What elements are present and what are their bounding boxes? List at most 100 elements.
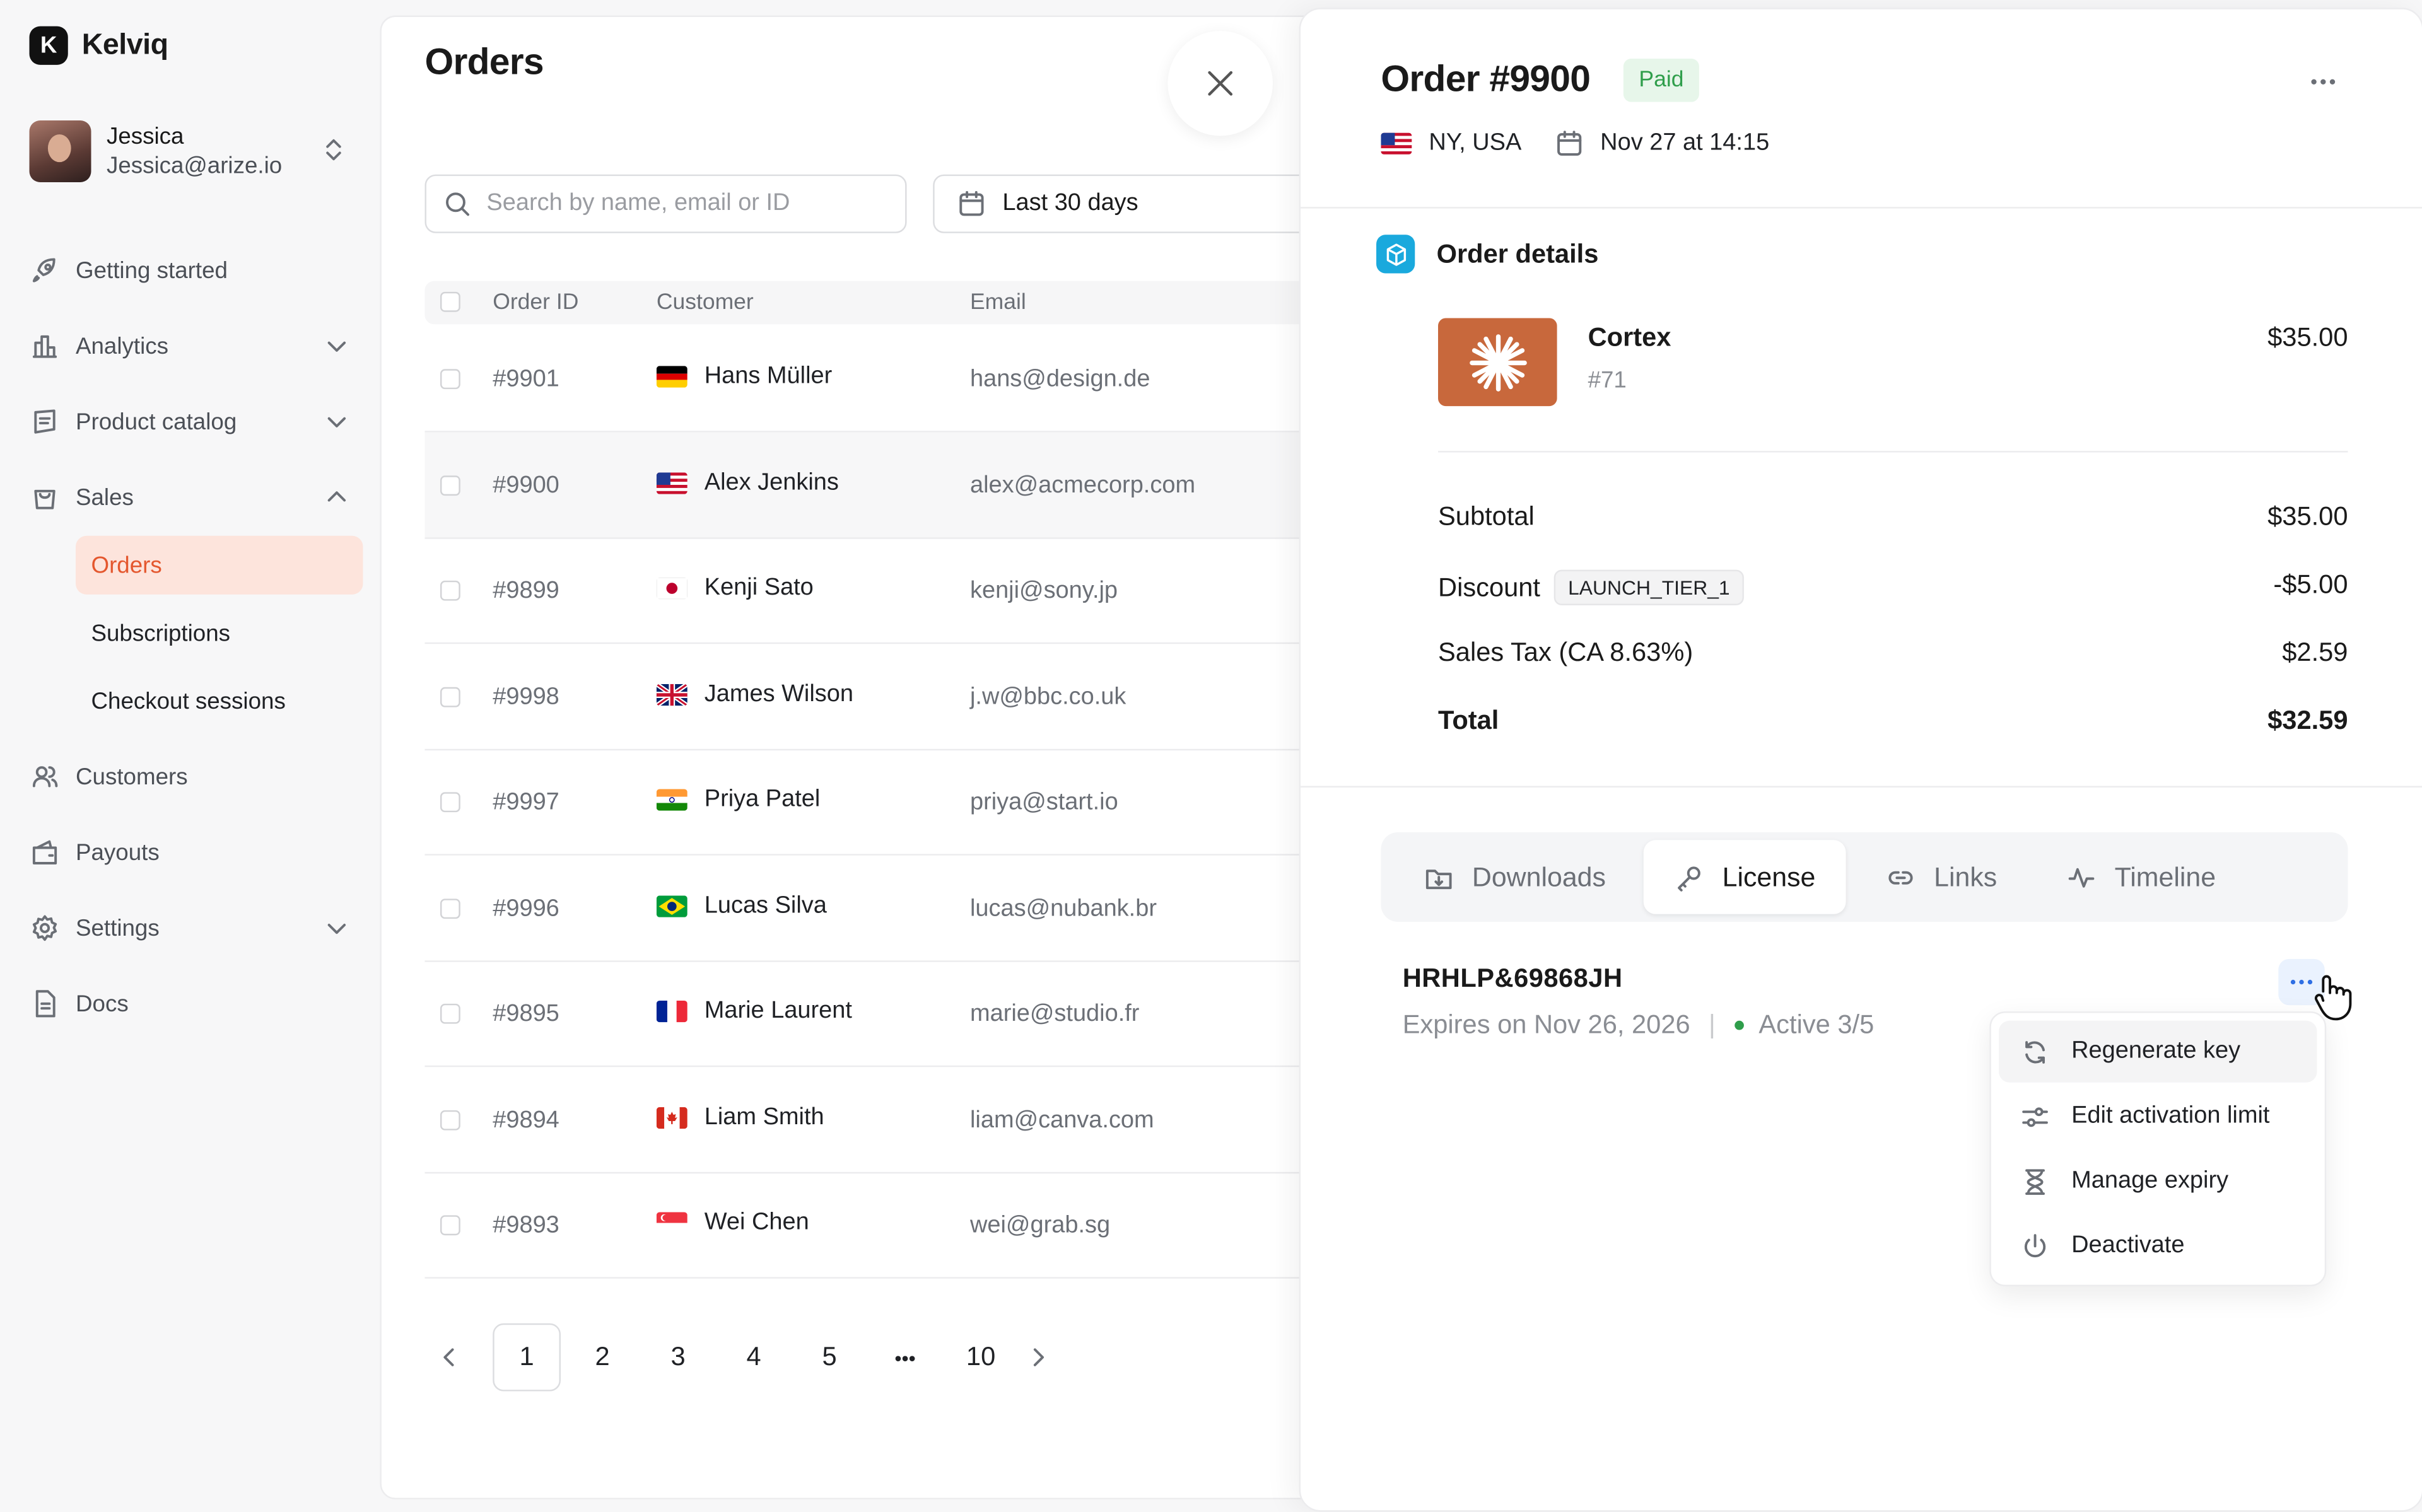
row-checkbox[interactable] xyxy=(440,1215,460,1236)
table-row[interactable]: #9996 Lucas Silva lucas@nubank.br xyxy=(424,855,1340,962)
page-10-button[interactable]: 10 xyxy=(947,1323,1015,1392)
nav-checkout-sessions[interactable]: Checkout sessions xyxy=(76,672,363,730)
table-row[interactable]: #9894 Liam Smith liam@canva.com xyxy=(424,1066,1340,1173)
page-3-button[interactable]: 3 xyxy=(644,1323,712,1392)
us-flag-icon xyxy=(656,472,687,494)
customer-cell: Alex Jenkins xyxy=(656,468,839,496)
order-detail-drawer: Order #9900 Paid NY, USA Nov 27 at 14:15… xyxy=(1299,8,2422,1512)
us-flag-icon xyxy=(1381,132,1412,154)
row-checkbox[interactable] xyxy=(440,792,460,813)
table-row[interactable]: #9895 Marie Laurent marie@studio.fr xyxy=(424,960,1340,1067)
menu-manage-expiry[interactable]: Manage expiry xyxy=(1999,1151,2317,1213)
brand[interactable]: K Kelviq xyxy=(29,26,168,65)
tab-license[interactable]: License xyxy=(1643,840,1847,914)
chevron-right-icon[interactable] xyxy=(1029,1347,1047,1368)
refresh-icon xyxy=(2025,1040,2045,1063)
table-header: Order ID Customer Email xyxy=(424,281,1340,325)
row-checkbox[interactable] xyxy=(440,580,460,601)
fr-flag-icon xyxy=(656,1000,687,1023)
separator: | xyxy=(1709,1009,1716,1040)
date-filter[interactable]: Last 30 days xyxy=(933,174,1340,233)
detail-tabs: Downloads License Links Timeline xyxy=(1381,832,2348,922)
nav-subscriptions[interactable]: Subscriptions xyxy=(76,604,363,663)
row-checkbox[interactable] xyxy=(440,1003,460,1024)
document-icon xyxy=(35,990,56,1018)
nav-label: Payouts xyxy=(76,839,160,866)
col-customer: Customer xyxy=(656,290,754,315)
row-checkbox[interactable] xyxy=(440,1109,460,1130)
menu-edit-activation-limit[interactable]: Edit activation limit xyxy=(1999,1086,2317,1148)
row-checkbox[interactable] xyxy=(440,475,460,495)
nav-analytics[interactable]: Analytics xyxy=(30,323,357,369)
product-image xyxy=(1438,318,1557,407)
calendar-icon xyxy=(1557,131,1582,156)
license-expiry: Expires on Nov 26, 2026 xyxy=(1402,1009,1690,1040)
row-checkbox[interactable] xyxy=(440,369,460,390)
search-icon xyxy=(446,192,470,216)
activity-icon xyxy=(2068,867,2095,887)
product-sku: #71 xyxy=(1588,367,1627,394)
more-horizontal-icon[interactable] xyxy=(2308,77,2339,86)
customer-email: lucas@nubank.br xyxy=(969,895,1157,921)
tab-links[interactable]: Links xyxy=(1855,840,2028,914)
pagination-ellipsis: ••• xyxy=(894,1346,916,1370)
table-row[interactable]: #9900 Alex Jenkins alex@acmecorp.com xyxy=(424,431,1340,538)
nav-label: Product catalog xyxy=(76,408,237,435)
table-row[interactable]: #9998 James Wilson j.w@bbc.co.uk xyxy=(424,643,1340,750)
chevron-down-icon xyxy=(327,417,346,427)
row-checkbox[interactable] xyxy=(440,686,460,707)
pagination: 1 2 3 4 5 ••• 10 xyxy=(424,1323,1047,1392)
nav-customers[interactable]: Customers xyxy=(30,753,357,800)
order-id: #9997 xyxy=(493,789,559,816)
customer-email: alex@acmecorp.com xyxy=(969,472,1196,498)
nav-sales[interactable]: Sales xyxy=(30,474,357,520)
page-2-button[interactable]: 2 xyxy=(568,1323,636,1392)
user-switcher[interactable]: Jessica Jessica@arize.io xyxy=(29,119,354,184)
total-row: Total $32.59 xyxy=(1438,706,2348,736)
table-row[interactable]: #9899 Kenji Sato kenji@sony.jp xyxy=(424,537,1340,644)
table-row[interactable]: #9901 Hans Müller hans@design.de xyxy=(424,326,1340,433)
sg-flag-icon xyxy=(656,1212,687,1234)
shopping-bag-icon xyxy=(34,489,56,509)
nav-label: Getting started xyxy=(76,257,228,284)
hand-cursor-icon xyxy=(2314,975,2352,1021)
customer-email: j.w@bbc.co.uk xyxy=(969,683,1126,710)
menu-deactivate[interactable]: Deactivate xyxy=(1999,1215,2317,1277)
table-row[interactable]: #9997 Priya Patel priya@start.io xyxy=(424,749,1340,856)
menu-label: Regenerate key xyxy=(2071,1037,2241,1064)
sidebar: K Kelviq Jessica Jessica@arize.io Gettin… xyxy=(0,0,378,1512)
page-1-button[interactable]: 1 xyxy=(493,1323,561,1392)
table-row[interactable]: #9893 Wei Chen wei@grab.sg xyxy=(424,1172,1340,1279)
select-all-checkbox[interactable] xyxy=(440,291,460,312)
nav-settings[interactable]: Settings xyxy=(30,905,357,951)
tab-downloads[interactable]: Downloads xyxy=(1393,840,1637,914)
nav-orders[interactable]: Orders xyxy=(76,535,363,595)
row-checkbox[interactable] xyxy=(440,898,460,918)
customer-email: liam@canva.com xyxy=(969,1106,1154,1133)
col-email: Email xyxy=(969,290,1026,315)
search-input[interactable] xyxy=(483,188,892,219)
customer-email: kenji@sony.jp xyxy=(969,577,1118,604)
menu-label: Manage expiry xyxy=(2071,1167,2229,1194)
catalog-icon xyxy=(34,409,56,434)
nav-product-catalog[interactable]: Product catalog xyxy=(30,398,357,445)
page-4-button[interactable]: 4 xyxy=(720,1323,788,1392)
nav-getting-started[interactable]: Getting started xyxy=(30,247,357,293)
nav-docs[interactable]: Docs xyxy=(30,980,357,1026)
customer-cell: Kenji Sato xyxy=(656,574,814,602)
tab-timeline[interactable]: Timeline xyxy=(2036,840,2247,914)
tax-label: Sales Tax (CA 8.63%) xyxy=(1438,637,1694,667)
chevron-left-icon[interactable] xyxy=(440,1347,459,1368)
wallet-icon xyxy=(32,840,57,864)
menu-regenerate-key[interactable]: Regenerate key xyxy=(1999,1020,2317,1083)
search-box[interactable] xyxy=(424,174,907,233)
close-icon xyxy=(1208,71,1233,96)
date-text: Nov 27 at 14:15 xyxy=(1600,129,1770,156)
nav-payouts[interactable]: Payouts xyxy=(30,829,357,875)
order-id: #9900 xyxy=(493,472,559,498)
customer-email: hans@design.de xyxy=(969,366,1150,393)
page-5-button[interactable]: 5 xyxy=(795,1323,863,1392)
close-drawer-button[interactable] xyxy=(1167,30,1273,136)
tab-label: Downloads xyxy=(1471,861,1606,892)
license-key: HRHLP&69868JH xyxy=(1402,963,1623,993)
